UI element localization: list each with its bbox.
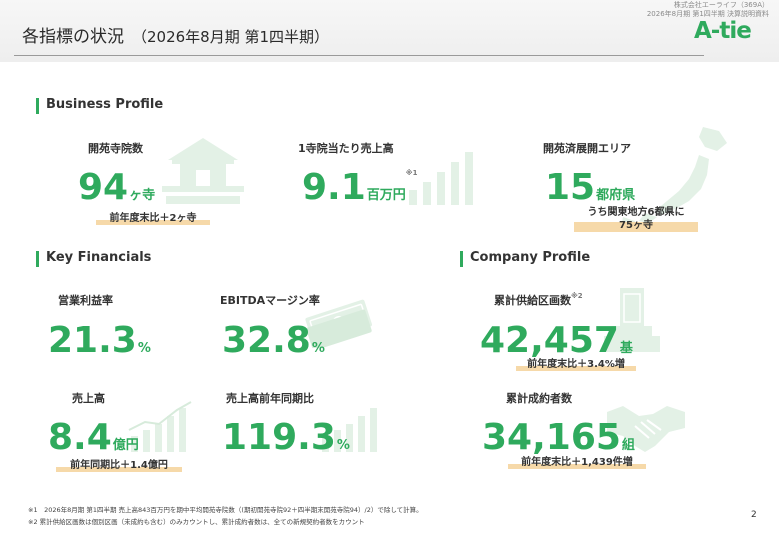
revenue-label: 売上高 <box>72 392 105 405</box>
revenue-yoy-label: 売上高前年同期比 <box>226 392 314 405</box>
area-note-line1: うち関東地方6都県に <box>587 207 685 218</box>
page-title-sub: （2026年8月期 第1四半期） <box>132 28 330 46</box>
revenue-yoy-unit: % <box>336 438 350 453</box>
sales-per-temple-footnote-ref: ※1 <box>405 169 418 177</box>
contracts-value: 34,165組 <box>482 420 635 456</box>
temples-unit: ヶ寺 <box>129 188 156 203</box>
operating-margin-unit: % <box>137 341 151 356</box>
ebitda-margin-number: 32.8 <box>222 320 311 361</box>
section-company-profile: Company Profile <box>460 250 590 267</box>
temples-note: 前年度末比＋2ヶ寺 <box>96 212 210 225</box>
area-note: うち関東地方6都県に 75ヶ寺 <box>574 206 698 232</box>
operating-margin-number: 21.3 <box>48 320 137 361</box>
contracts-number: 34,165 <box>482 417 621 458</box>
page-title-main: 各指標の状況 <box>22 27 124 47</box>
plots-supplied-unit: 基 <box>619 341 633 356</box>
title-divider <box>14 55 704 56</box>
temples-value: 94ヶ寺 <box>78 170 155 206</box>
contracts-note: 前年度末比＋1,439件増 <box>508 456 646 469</box>
plots-supplied-value: 42,457基 <box>480 323 633 359</box>
area-number: 15 <box>545 167 596 208</box>
revenue-yoy-value: 119.3% <box>222 420 350 456</box>
revenue-value: 8.4億円 <box>48 420 139 456</box>
area-unit: 都府県 <box>596 188 636 203</box>
revenue-number: 8.4 <box>48 417 112 458</box>
section-business-profile: Business Profile <box>36 97 163 114</box>
operating-margin-value: 21.3% <box>48 323 151 359</box>
ebitda-margin-value: 32.8% <box>222 323 325 359</box>
sales-per-temple-unit: 百万円 <box>366 188 406 203</box>
temples-label: 開苑寺院数 <box>88 142 143 155</box>
temples-number: 94 <box>78 167 129 208</box>
revenue-unit: 億円 <box>112 438 139 453</box>
sales-per-temple-number: 9.1 <box>302 167 366 208</box>
contracts-unit: 組 <box>621 438 635 453</box>
area-label: 開苑済展開エリア <box>543 142 631 155</box>
section-key-financials: Key Financials <box>36 250 151 267</box>
area-value: 15都府県 <box>545 170 635 206</box>
area-note-line2: 75ヶ寺 <box>619 220 653 231</box>
contracts-label: 累計成約者数 <box>506 392 572 405</box>
footnote-2: ※2 累計供給区画数は個別区画（未成約も含む）のみカウントし、累計成約者数は、全… <box>28 518 365 526</box>
plots-supplied-label: 累計供給区画数※2 <box>494 292 583 308</box>
plots-supplied-label-text: 累計供給区画数 <box>494 294 571 307</box>
operating-margin-label: 営業利益率 <box>58 294 113 307</box>
sales-per-temple-value: 9.1百万円 ※1 <box>302 170 417 206</box>
plots-supplied-footnote-ref: ※2 <box>571 292 583 300</box>
company-logo: A-tie <box>694 18 752 44</box>
revenue-yoy-number: 119.3 <box>222 417 336 458</box>
ebitda-margin-unit: % <box>311 341 325 356</box>
company-name: 株式会社エーライフ（369A） <box>673 1 769 9</box>
plots-supplied-number: 42,457 <box>480 320 619 361</box>
page-number: 2 <box>751 510 757 520</box>
ebitda-margin-label: EBITDAマージン率 <box>220 294 320 307</box>
footnote-1: ※1 2026年8月期 第1四半期 売上高843百万円を期中平均開苑寺院数（(期… <box>28 506 423 514</box>
company-meta: 株式会社エーライフ（369A） 2026年8月期 第1四半期 決算説明資料 <box>647 1 769 19</box>
temple-icon <box>162 138 244 204</box>
revenue-note: 前年同期比＋1.4億円 <box>56 459 182 472</box>
page-title: 各指標の状況 （2026年8月期 第1四半期） <box>22 22 329 47</box>
sales-per-temple-label: 1寺院当たり売上高 <box>298 142 394 155</box>
plots-supplied-note: 前年度末比＋3.4%増 <box>516 358 636 371</box>
